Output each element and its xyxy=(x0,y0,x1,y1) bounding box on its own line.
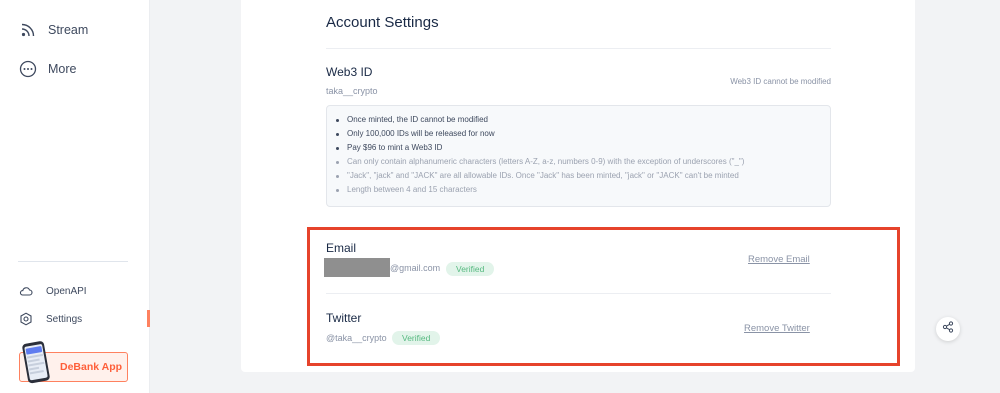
sidebar-item-stream[interactable]: Stream xyxy=(19,21,88,39)
web3-id-label: Web3 ID xyxy=(326,65,373,79)
sidebar-item-label: More xyxy=(48,62,77,76)
web3-id-value: taka__crypto xyxy=(326,86,378,96)
active-indicator xyxy=(147,310,150,327)
rule-item: Only 100,000 IDs will be released for no… xyxy=(336,129,495,138)
rule-item: "Jack", "jack" and "JACK" are all allowa… xyxy=(336,171,739,180)
rule-item: Pay $96 to mint a Web3 ID xyxy=(335,143,443,152)
app-banner-label: DeBank App xyxy=(60,361,123,373)
phone-icon xyxy=(19,340,55,384)
page-title: Account Settings xyxy=(326,14,439,31)
share-icon xyxy=(942,320,954,338)
rule-item: Once minted, the ID cannot be modified xyxy=(336,115,488,124)
rule-item: Can only contain alphanumeric characters… xyxy=(335,157,745,166)
sidebar-item-more[interactable]: More xyxy=(19,60,76,78)
sidebar-item-label: Settings xyxy=(46,313,83,325)
cloud-icon xyxy=(19,284,33,298)
sidebar-divider xyxy=(18,261,128,262)
sidebar-item-label: Stream xyxy=(48,23,89,37)
sidebar: Stream More OpenAPI Settings DeBank App xyxy=(0,0,150,393)
rss-icon xyxy=(19,21,37,39)
more-icon xyxy=(19,60,37,78)
share-button[interactable] xyxy=(936,317,960,341)
sidebar-item-openapi[interactable]: OpenAPI xyxy=(19,284,87,298)
web3-rules-box: Once minted, the ID cannot be modified O… xyxy=(326,105,831,207)
rule-item: Length between 4 and 15 characters xyxy=(336,185,477,194)
sidebar-item-label: OpenAPI xyxy=(46,285,87,297)
web3-id-note: Web3 ID cannot be modified xyxy=(730,77,831,86)
title-divider xyxy=(326,48,831,49)
settings-icon xyxy=(19,312,33,326)
highlight-box xyxy=(307,227,900,366)
sidebar-item-settings[interactable]: Settings xyxy=(19,312,82,326)
